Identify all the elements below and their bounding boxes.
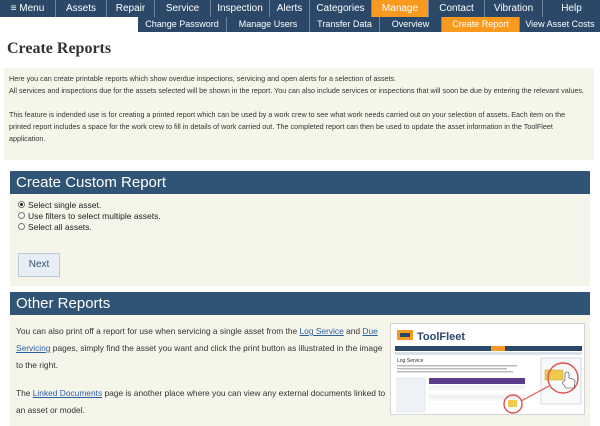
nav-repair[interactable]: Repair: [107, 0, 155, 17]
subnav-create-report[interactable]: Create Report: [442, 17, 520, 32]
subnav-transfer-data[interactable]: Transfer Data: [310, 17, 380, 32]
subnav-change-password[interactable]: Change Password: [138, 17, 227, 32]
custom-report-panel: Select single asset. Use filters to sele…: [10, 194, 590, 286]
other-reports-text: You can also print off a report for use …: [16, 323, 386, 419]
nav-assets[interactable]: Assets: [56, 0, 107, 17]
option-single-asset[interactable]: Select single asset.: [18, 199, 161, 210]
print-button-illustration: ToolFleet Log Service: [390, 323, 585, 415]
custom-report-heading: Create Custom Report: [10, 171, 590, 194]
nav-help[interactable]: Help: [543, 0, 600, 17]
illustration-svg: ToolFleet Log Service: [391, 324, 584, 414]
intro-line-2: All services and inspections due for the…: [9, 86, 584, 95]
para-text: and: [346, 326, 361, 336]
page-title: Create Reports: [7, 40, 112, 57]
other-reports-panel: You can also print off a report for use …: [10, 315, 590, 426]
main-nav: ≡ Menu Assets Repair Service Inspection …: [0, 0, 600, 17]
intro-line-3: This feature is indended use is for crea…: [9, 110, 566, 143]
nav-manage[interactable]: Manage: [372, 0, 429, 17]
option-all-assets[interactable]: Select all assets.: [18, 221, 161, 232]
radio-unchecked-icon[interactable]: [18, 212, 25, 219]
subnav-view-asset-costs[interactable]: View Asset Costs: [520, 17, 600, 32]
next-button[interactable]: Next: [18, 253, 60, 277]
linked-documents-paragraph: The Linked Documents page is another pla…: [16, 385, 386, 419]
nav-categories[interactable]: Categories: [310, 0, 372, 17]
option-label: Select single asset.: [28, 199, 102, 210]
thumbnail-brand: ToolFleet: [417, 331, 465, 343]
intro-text: Here you can create printable reports wh…: [9, 73, 589, 97]
print-report-paragraph: You can also print off a report for use …: [16, 323, 386, 374]
subnav-manage-users[interactable]: Manage Users: [227, 17, 310, 32]
para-text: pages, simply find the asset you want an…: [16, 343, 383, 370]
other-reports-heading: Other Reports: [10, 292, 590, 315]
nav-vibration[interactable]: Vibration: [485, 0, 543, 17]
option-label: Use filters to select multiple assets.: [28, 210, 161, 221]
nav-service[interactable]: Service: [155, 0, 211, 17]
para-text: The: [16, 388, 31, 398]
nav-inspection[interactable]: Inspection: [211, 0, 270, 17]
option-filter-assets[interactable]: Use filters to select multiple assets.: [18, 210, 161, 221]
intro-line-1: Here you can create printable reports wh…: [9, 74, 397, 83]
para-text: You can also print off a report for use …: [16, 326, 298, 336]
asset-selection-options: Select single asset. Use filters to sele…: [18, 199, 161, 232]
sub-nav: Change Password Manage Users Transfer Da…: [0, 17, 600, 32]
thumbnail-title: Log Service: [397, 358, 424, 364]
radio-checked-icon[interactable]: [18, 201, 25, 208]
subnav-overview[interactable]: Overview: [380, 17, 442, 32]
radio-unchecked-icon[interactable]: [18, 223, 25, 230]
option-label: Select all assets.: [28, 221, 92, 232]
linked-documents-link[interactable]: Linked Documents: [33, 388, 102, 398]
intro-panel: Here you can create printable reports wh…: [4, 68, 594, 160]
log-service-link[interactable]: Log Service: [300, 326, 344, 336]
nav-contact[interactable]: Contact: [429, 0, 485, 17]
nav-menu[interactable]: ≡ Menu: [0, 0, 56, 17]
nav-alerts[interactable]: Alerts: [270, 0, 310, 17]
